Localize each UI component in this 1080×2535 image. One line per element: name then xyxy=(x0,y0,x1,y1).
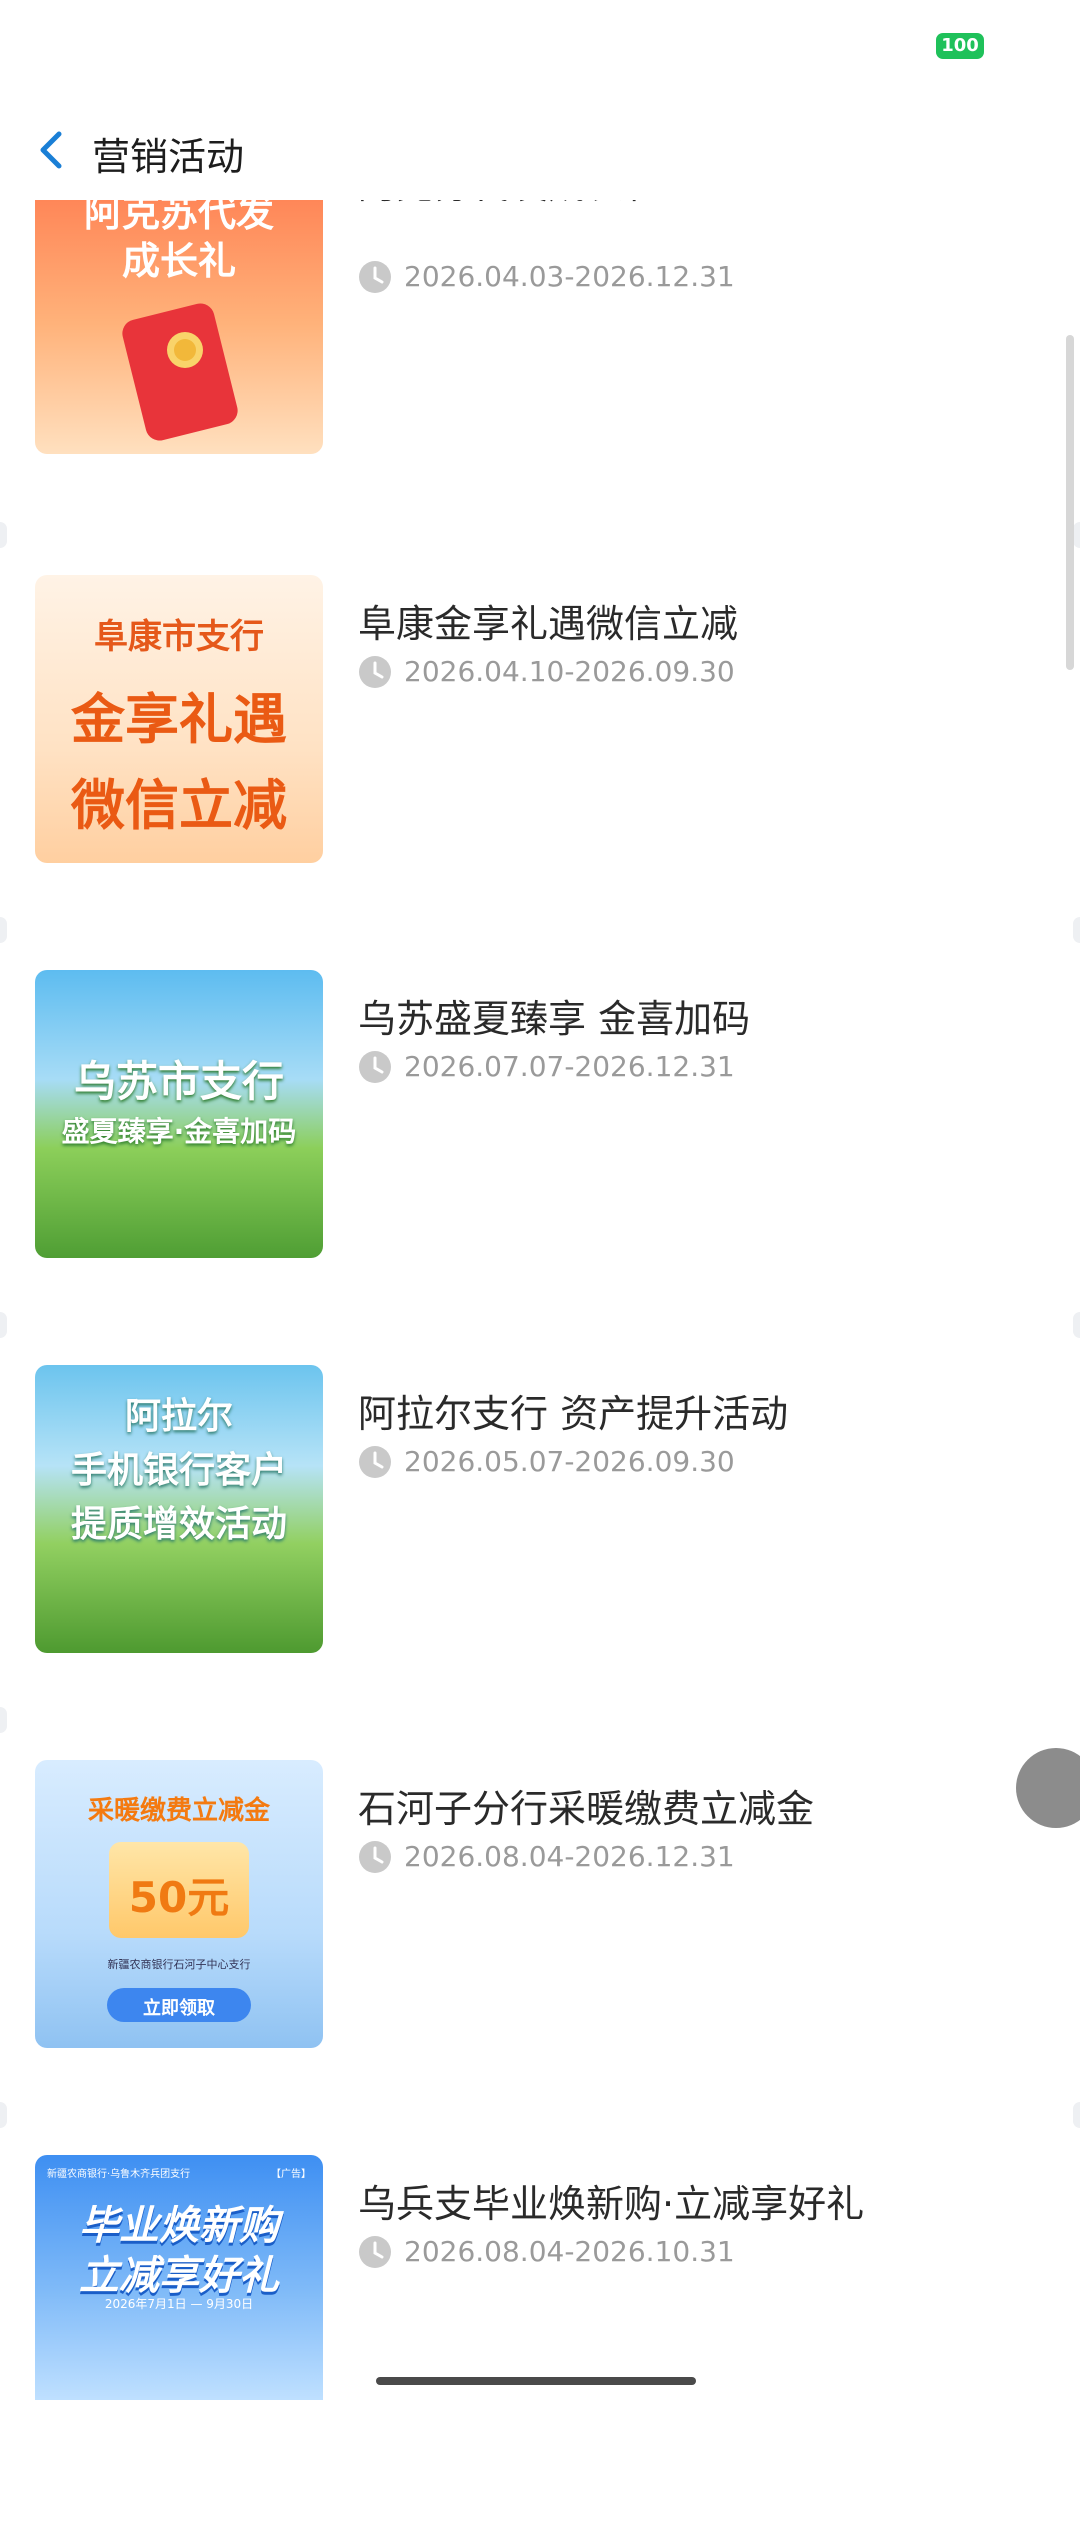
thumb-text: 阜康市支行 xyxy=(94,617,264,657)
activity-thumbnail: 乌苏市支行 盛夏臻享·金喜加码 xyxy=(35,970,323,1258)
list-item[interactable]: 阿克苏代发 成长礼 阿克苏代发成长礼 2026.04.03-2026.12.31 xyxy=(0,163,1080,560)
clock-icon xyxy=(359,656,391,688)
activity-date: 2026.08.04-2026.10.31 xyxy=(404,2235,735,2268)
section-divider xyxy=(0,2102,7,2128)
list-item[interactable]: 采暖缴费立减金 50元 新疆农商银行石河子中心支行 立即领取 石河子分行采暖缴费… xyxy=(0,1760,1080,2140)
clock-icon xyxy=(359,261,391,293)
claim-badge: 立即领取 xyxy=(107,1988,251,2022)
thumb-text: 微信立减 xyxy=(71,774,287,837)
home-indicator[interactable] xyxy=(376,2377,696,2385)
thumb-text: 提质增效活动 xyxy=(70,1504,287,1545)
header: 营销活动 xyxy=(0,100,1080,200)
activity-date: 2026.05.07-2026.09.30 xyxy=(404,1445,735,1478)
thumb-text: 成长礼 xyxy=(121,239,236,283)
section-divider xyxy=(1073,2102,1080,2128)
scrollbar[interactable] xyxy=(1066,335,1074,670)
activity-title: 乌兵支毕业焕新购·立减享好礼 xyxy=(358,2182,865,2226)
clock-icon xyxy=(359,2236,391,2268)
thumb-text: 新疆农商银行·乌鲁木齐兵团支行 xyxy=(47,2169,191,2180)
list-item[interactable]: 乌苏市支行 盛夏臻享·金喜加码 乌苏盛夏臻享 金喜加码 2026.07.07-2… xyxy=(0,970,1080,1350)
thumb-text: 阿拉尔 xyxy=(124,1396,233,1437)
thumb-text: 50元 xyxy=(128,1873,230,1922)
activity-thumbnail: 阿克苏代发 成长礼 xyxy=(35,164,323,454)
thumb-text: 金享礼遇 xyxy=(71,688,287,751)
activity-title: 乌苏盛夏臻享 金喜加码 xyxy=(358,997,751,1041)
thumb-text: 盛夏臻享·金喜加码 xyxy=(61,1115,297,1148)
thumb-text: 乌苏市支行 xyxy=(73,1057,284,1106)
activity-thumbnail: 新疆农商银行·乌鲁木齐兵团支行 【广告】 毕业焕新购 立减享好礼 2026年7月… xyxy=(35,2155,323,2400)
section-divider xyxy=(1073,522,1080,548)
clock-icon xyxy=(359,1841,391,1873)
section-divider xyxy=(1073,1312,1080,1338)
page-title: 营销活动 xyxy=(92,135,245,179)
thumb-text: 立减享好礼 xyxy=(79,2253,279,2299)
section-divider xyxy=(0,1312,7,1338)
thumb-text: 新疆农商银行石河子中心支行 xyxy=(107,1958,251,1971)
activity-date: 2026.04.10-2026.09.30 xyxy=(404,655,735,688)
list-item[interactable]: 阜康市支行 金享礼遇 微信立减 阜康金享礼遇微信立减 2026.04.10-20… xyxy=(0,575,1080,955)
section-divider xyxy=(0,917,7,943)
red-envelope-icon xyxy=(122,303,238,441)
section-divider xyxy=(0,522,7,548)
thumb-text: 2026年7月1日 — 9月30日 xyxy=(104,2297,254,2311)
activity-thumbnail: 采暖缴费立减金 50元 新疆农商银行石河子中心支行 立即领取 xyxy=(35,1760,323,2048)
back-button[interactable] xyxy=(22,120,82,180)
thumb-text: 立即领取 xyxy=(143,1998,215,2019)
thumb-text: 手机银行客户 xyxy=(70,1450,287,1491)
clock-icon xyxy=(359,1051,391,1083)
clock-icon xyxy=(359,1446,391,1478)
list-item[interactable]: 阿拉尔 手机银行客户 提质增效活动 阿拉尔支行 资产提升活动 2026.05.0… xyxy=(0,1365,1080,1745)
activity-date: 2026.04.03-2026.12.31 xyxy=(404,260,735,293)
activity-date: 2026.07.07-2026.12.31 xyxy=(404,1050,735,1083)
coupon-shape: 50元 xyxy=(109,1842,249,1938)
activity-title: 阜康金享礼遇微信立减 xyxy=(358,602,739,646)
chevron-left-icon xyxy=(40,131,62,169)
thumb-text: 采暖缴费立减金 xyxy=(87,1796,270,1826)
list-item[interactable]: 新疆农商银行·乌鲁木齐兵团支行 【广告】 毕业焕新购 立减享好礼 2026年7月… xyxy=(0,2155,1080,2535)
thumb-text: 【广告】 xyxy=(271,2169,311,2180)
activity-list: 阿克苏代发 成长礼 阿克苏代发成长礼 2026.04.03-2026.12.31… xyxy=(0,0,1080,2400)
activity-thumbnail: 阿拉尔 手机银行客户 提质增效活动 xyxy=(35,1365,323,1653)
activity-thumbnail: 阜康市支行 金享礼遇 微信立减 xyxy=(35,575,323,863)
activity-title: 阿拉尔支行 资产提升活动 xyxy=(358,1392,789,1436)
activity-date: 2026.08.04-2026.12.31 xyxy=(404,1840,735,1873)
section-divider xyxy=(0,1707,7,1733)
activity-title: 石河子分行采暖缴费立减金 xyxy=(358,1787,815,1831)
section-divider xyxy=(1073,917,1080,943)
